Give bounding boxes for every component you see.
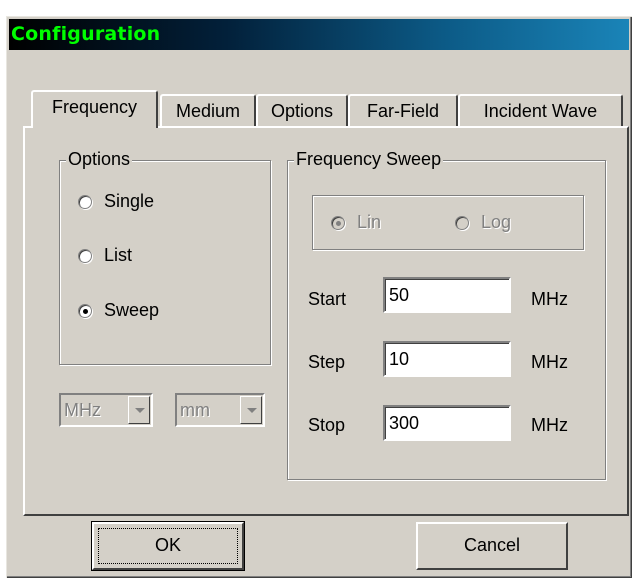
- configuration-dialog: Configuration Frequency Medium Options F…: [6, 16, 632, 578]
- start-input[interactable]: 50: [383, 277, 511, 313]
- tab-label: Medium: [175, 101, 241, 121]
- start-label: Start: [308, 289, 347, 309]
- stop-input[interactable]: 300: [383, 405, 511, 441]
- cancel-button[interactable]: Cancel: [416, 522, 568, 570]
- length-unit-value: mm: [180, 400, 210, 420]
- tab-medium[interactable]: Medium: [160, 94, 256, 128]
- radio-log[interactable]: Log: [455, 212, 511, 233]
- ok-button[interactable]: OK: [91, 521, 245, 571]
- radio-list[interactable]: List: [78, 245, 132, 266]
- chevron-down-icon[interactable]: [128, 396, 150, 424]
- step-label: Step: [308, 352, 346, 372]
- tab-label: Frequency: [51, 97, 138, 117]
- tab-options[interactable]: Options: [256, 94, 348, 128]
- focus-indicator: [98, 528, 238, 564]
- frequency-sweep-label: Frequency Sweep: [294, 149, 444, 170]
- options-group-label: Options: [66, 149, 133, 170]
- radio-list-circle[interactable]: [78, 248, 92, 263]
- scale-frame: Lin Log: [312, 195, 584, 250]
- stop-label: Stop: [308, 415, 346, 435]
- options-group: Options Single List Sweep: [59, 149, 271, 365]
- title-bar[interactable]: Configuration: [9, 19, 629, 50]
- chevron-down-icon[interactable]: [240, 396, 262, 424]
- frequency-tab-panel: Options Single List Sweep MHz mm Frequen…: [23, 126, 629, 516]
- tab-frequency[interactable]: Frequency: [31, 90, 158, 128]
- radio-lin[interactable]: Lin: [331, 212, 381, 233]
- length-unit-select[interactable]: mm: [175, 393, 265, 427]
- tab-far-field[interactable]: Far-Field: [348, 94, 458, 128]
- step-unit: MHz: [531, 352, 568, 372]
- tab-incident-wave[interactable]: Incident Wave: [458, 94, 623, 128]
- cancel-button-label: Cancel: [463, 535, 521, 555]
- tab-label: Far-Field: [366, 101, 439, 121]
- window-title: Configuration: [11, 23, 161, 45]
- radio-log-circle[interactable]: [455, 215, 469, 230]
- stop-unit: MHz: [531, 415, 568, 435]
- radio-sweep-circle[interactable]: [78, 303, 92, 318]
- radio-lin-label: Lin: [357, 212, 382, 232]
- radio-lin-circle[interactable]: [331, 215, 345, 230]
- radio-list-label: List: [104, 245, 133, 265]
- radio-single-label: Single: [104, 191, 155, 211]
- radio-log-label: Log: [481, 212, 512, 232]
- frequency-unit-value: MHz: [64, 400, 101, 420]
- radio-sweep-label: Sweep: [104, 300, 160, 320]
- tab-label: Incident Wave: [483, 101, 598, 121]
- radio-single-circle[interactable]: [78, 194, 92, 209]
- tab-label: Options: [270, 101, 334, 121]
- frequency-sweep-group: Frequency Sweep Lin Log Start 50 MHz Ste…: [287, 149, 606, 480]
- start-unit: MHz: [531, 289, 568, 309]
- frequency-unit-select[interactable]: MHz: [59, 393, 153, 427]
- radio-single[interactable]: Single: [78, 191, 154, 212]
- radio-sweep[interactable]: Sweep: [78, 300, 159, 321]
- step-input[interactable]: 10: [383, 341, 511, 377]
